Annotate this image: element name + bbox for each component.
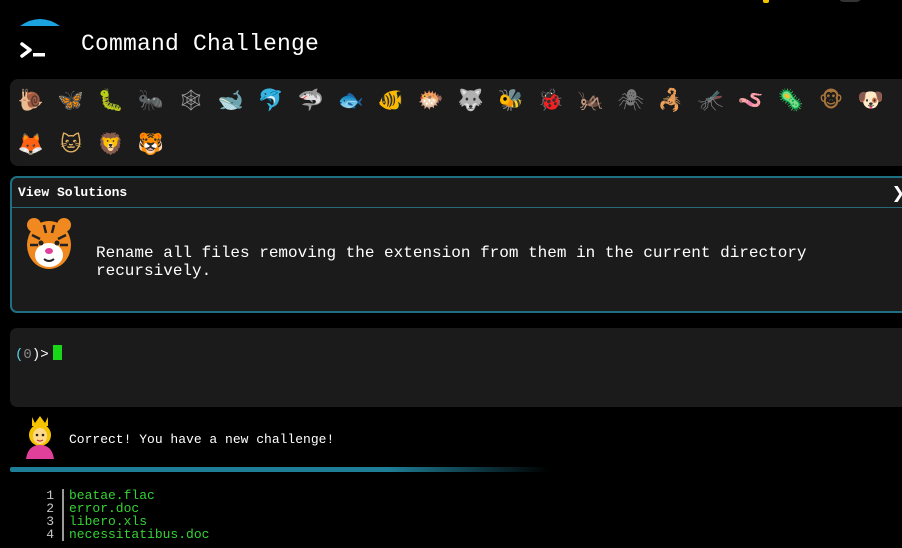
badge-worm-icon[interactable]: 🪱: [736, 85, 766, 115]
exit-code: 0: [23, 347, 32, 363]
line-separator: [62, 489, 64, 502]
file-list: 1 beatae.flac 2 error.doc 3 libero.xls 4 necess…: [0, 489, 902, 541]
prompt-symbol: )>: [31, 347, 49, 363]
badge-ant-icon[interactable]: 🐜: [136, 85, 166, 115]
badge-monkey-icon[interactable]: 🐵: [816, 85, 846, 115]
line-separator: [62, 528, 64, 541]
badge-tiger-icon[interactable]: 🐯: [136, 129, 166, 159]
badge-shark-icon[interactable]: 🦈: [296, 85, 326, 115]
badge-spider-web-icon[interactable]: 🕸: [176, 85, 206, 115]
badge-lion-icon[interactable]: 🦁: [96, 129, 126, 159]
terminal-input[interactable]: (0)>: [10, 328, 902, 407]
status-dot: [763, 0, 769, 3]
badge-bar: 🐌 🦋 🐛 🐜 🕸 🐋 🐬 🦈 🐟 🐠 🐡 🐺 🐝 🐞 🦗 🕷 🦂 🦟 🪱 🦠 🐵 🐶 🦊 🐱 🦁 🐯: [10, 79, 902, 166]
list-item: 4 necessitatibus.doc: [0, 528, 902, 541]
badge-fox-icon[interactable]: 🦊: [16, 129, 46, 159]
challenge-text: Rename all files removing the extension …: [96, 244, 807, 280]
chevron-right-icon[interactable]: ❯: [892, 183, 902, 202]
prompt: (0)>: [15, 345, 62, 363]
badge-bee-icon[interactable]: 🐝: [496, 85, 526, 115]
file-name: necessitatibus.doc: [69, 527, 210, 542]
user-avatar-edge[interactable]: [838, 0, 862, 2]
badge-fish-icon[interactable]: 🐟: [336, 85, 366, 115]
badge-microbe-icon[interactable]: 🦠: [776, 85, 806, 115]
badge-mosquito-icon[interactable]: 🦟: [696, 85, 726, 115]
badge-cat-icon[interactable]: 🐱: [56, 129, 86, 159]
badge-wolf-icon[interactable]: 🐺: [456, 85, 486, 115]
terminal-umbrella-icon[interactable]: [18, 16, 62, 62]
badge-snail-icon[interactable]: 🐌: [16, 85, 46, 115]
badge-ladybug-icon[interactable]: 🐞: [536, 85, 566, 115]
line-number: 4: [46, 527, 54, 542]
progress-bar: [10, 467, 550, 472]
line-separator: [62, 515, 64, 528]
tiger-icon: [27, 218, 71, 269]
solutions-toggle[interactable]: View Solutions ❯: [12, 178, 902, 208]
solutions-panel: View Solutions ❯ Rename all files removi…: [10, 176, 902, 313]
badge-blowfish-icon[interactable]: 🐡: [416, 85, 446, 115]
badge-cricket-icon[interactable]: 🦗: [576, 85, 606, 115]
badge-whale-icon[interactable]: 🐋: [216, 85, 246, 115]
badge-dog-icon[interactable]: 🐶: [856, 85, 886, 115]
badge-tropical-fish-icon[interactable]: 🐠: [376, 85, 406, 115]
line-separator: [62, 502, 64, 515]
princess-icon: [26, 416, 54, 459]
success-message: Correct! You have a new challenge!: [69, 432, 335, 447]
page-title: Command Challenge: [81, 31, 320, 57]
message-row: Correct! You have a new challenge!: [0, 412, 902, 464]
cursor: [52, 345, 62, 360]
badge-dolphin-icon[interactable]: 🐬: [256, 85, 286, 115]
badge-butterfly-icon[interactable]: 🦋: [56, 85, 86, 115]
solutions-title: View Solutions: [18, 185, 128, 200]
badge-scorpion-icon[interactable]: 🦂: [656, 85, 686, 115]
badge-spider-icon[interactable]: 🕷: [616, 85, 646, 115]
badge-caterpillar-icon[interactable]: 🐛: [96, 85, 126, 115]
header: Command Challenge: [0, 0, 902, 78]
